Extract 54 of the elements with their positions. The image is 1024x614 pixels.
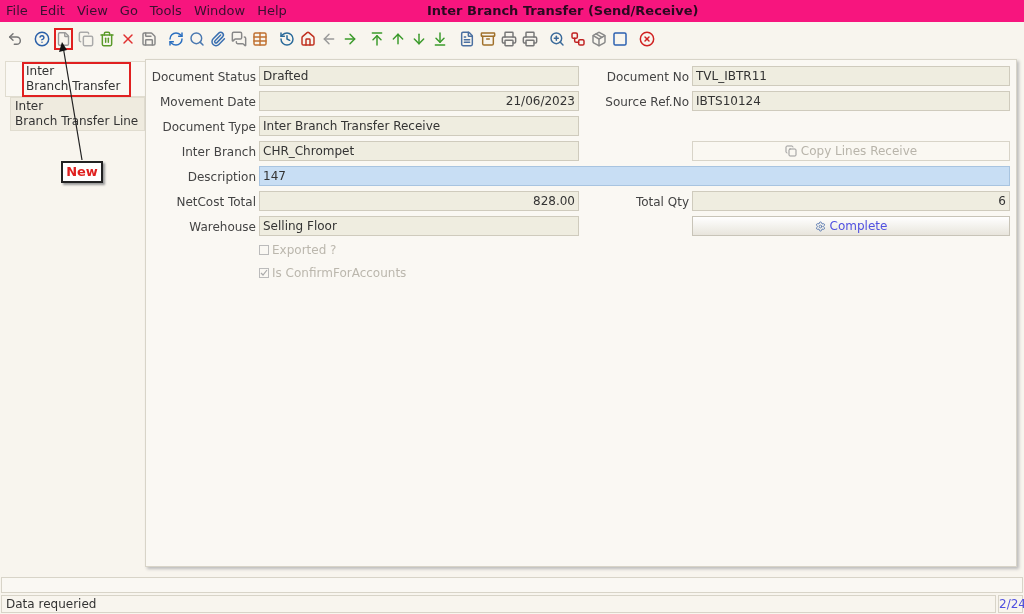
- field-label: Movement Date: [159, 95, 256, 109]
- annotation-callout: New: [61, 161, 103, 183]
- refresh-icon[interactable]: [167, 30, 184, 48]
- home-icon[interactable]: [299, 30, 316, 48]
- field-label: Description: [187, 170, 256, 184]
- text-field[interactable]: 6: [692, 191, 1010, 211]
- table-icon[interactable]: [251, 30, 268, 48]
- zoom-icon[interactable]: [548, 30, 565, 48]
- menu-item[interactable]: Help: [257, 1, 287, 21]
- report-icon[interactable]: [458, 30, 475, 48]
- text-field[interactable]: Inter Branch Transfer Receive: [259, 116, 579, 136]
- text-field[interactable]: 147: [259, 166, 1010, 186]
- save-icon[interactable]: [140, 30, 157, 48]
- archive-icon[interactable]: [479, 30, 496, 48]
- field-label: Document Type: [162, 120, 256, 134]
- menu-item[interactable]: Tools: [149, 1, 182, 21]
- package-icon[interactable]: [590, 30, 607, 48]
- text-field[interactable]: 21/06/2023: [259, 91, 579, 111]
- field-label: Document No: [606, 70, 689, 84]
- square-icon[interactable]: [611, 30, 628, 48]
- window-title: Inter Branch Transfer (Send/Receive): [427, 2, 699, 21]
- checkmark-icon: [260, 269, 268, 277]
- print-preview-icon[interactable]: [500, 30, 517, 48]
- text-field[interactable]: 828.00: [259, 191, 579, 211]
- text-field[interactable]: IBTS10124: [692, 91, 1010, 111]
- copy-icon: [784, 145, 797, 157]
- menu-item[interactable]: Window: [193, 1, 246, 21]
- field-label: Warehouse: [189, 220, 256, 234]
- field-label: Source Ref.No: [605, 95, 689, 109]
- field-label: Inter Branch: [181, 145, 256, 159]
- undo-icon[interactable]: [6, 30, 23, 48]
- menu-item[interactable]: Go: [119, 1, 138, 21]
- text-field[interactable]: TVL_IBTR11: [692, 66, 1010, 86]
- text-field[interactable]: CHR_Chrompet: [259, 141, 579, 161]
- chat-icon[interactable]: [230, 30, 247, 48]
- field-label: Total Qty: [635, 195, 689, 209]
- paperclip-icon[interactable]: [209, 30, 226, 48]
- menu-item[interactable]: View: [76, 1, 108, 21]
- menu-item[interactable]: File: [6, 1, 28, 21]
- field-label: NetCost Total: [176, 195, 256, 209]
- gear-icon: [814, 220, 826, 232]
- help-icon[interactable]: [33, 30, 50, 48]
- trash-icon[interactable]: [98, 30, 115, 48]
- search-icon[interactable]: [188, 30, 205, 48]
- close-icon[interactable]: [638, 30, 655, 48]
- field-label: Document Status: [151, 70, 256, 84]
- text-field[interactable]: Drafted: [259, 66, 579, 86]
- print-icon[interactable]: [521, 30, 538, 48]
- status-message: Data requeried: [1, 595, 996, 613]
- workflow-icon[interactable]: [569, 30, 586, 48]
- text-field[interactable]: Selling Floor: [259, 216, 579, 236]
- history-icon[interactable]: [278, 30, 295, 48]
- action-button[interactable]: Complete: [692, 216, 1010, 236]
- menu-item[interactable]: Edit: [39, 1, 65, 21]
